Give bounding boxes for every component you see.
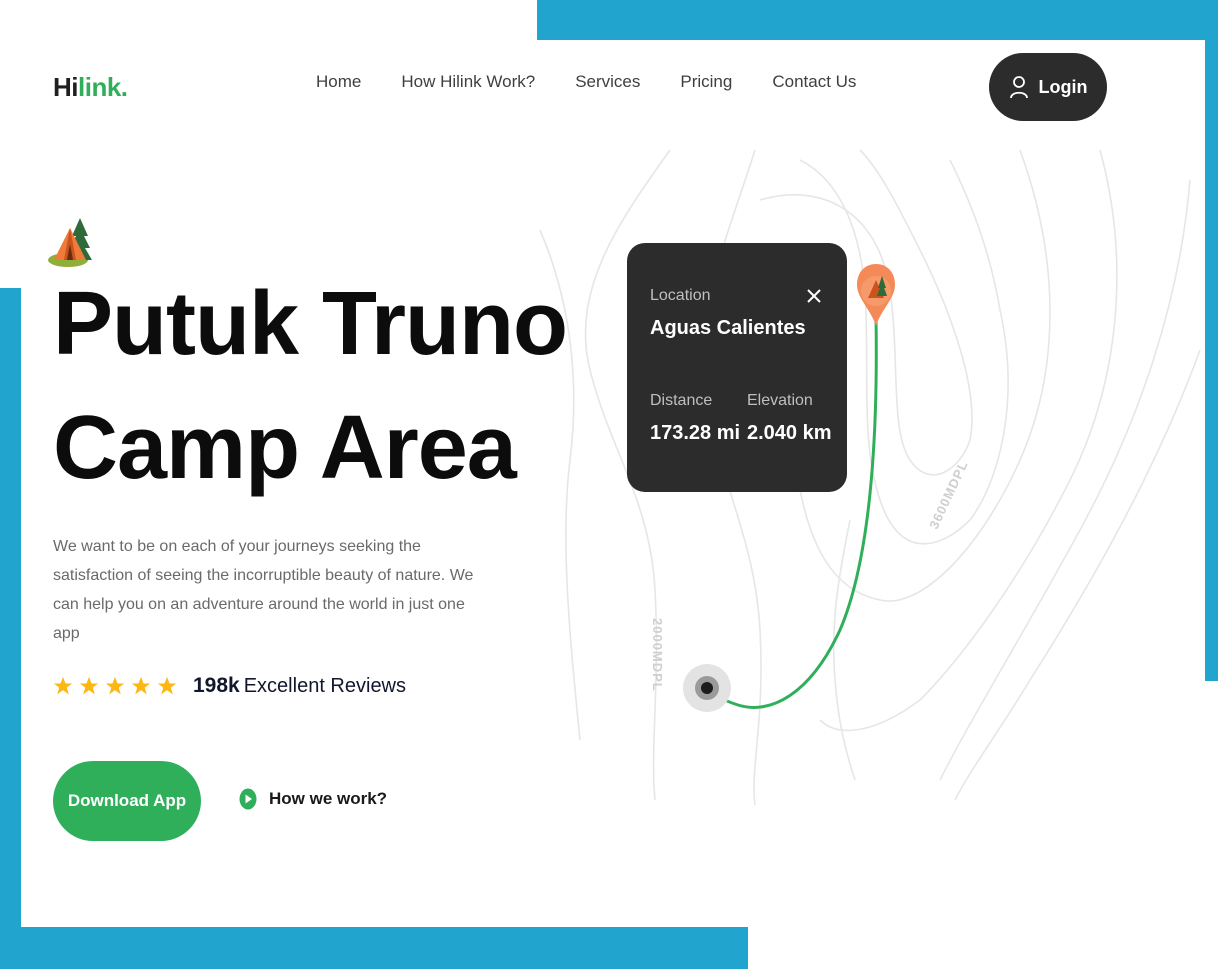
login-button[interactable]: Login (989, 53, 1107, 121)
how-we-work-label: How we work? (269, 789, 388, 808)
download-app-button[interactable]: Download App (53, 761, 201, 841)
decor-frame-right (1205, 0, 1218, 681)
nav-home[interactable]: Home (316, 72, 361, 92)
star-icon (79, 676, 99, 695)
contour-label-2000: 2000MDPL (650, 618, 665, 692)
close-icon[interactable] (805, 287, 823, 305)
destination-pin-icon[interactable] (855, 262, 897, 328)
logo-rest: link. (78, 72, 128, 102)
hero-title-line-1: Putuk Truno (53, 274, 568, 374)
rating: 198k Excellent Reviews (53, 674, 406, 698)
camp-tent-icon (48, 218, 92, 267)
main-nav: Home How Hilink Work? Services Pricing C… (316, 72, 856, 92)
location-label: Location (650, 287, 711, 304)
hero-title: Putuk Truno Camp Area (53, 262, 568, 510)
rating-label: Excellent Reviews (243, 674, 407, 697)
rating-stars (53, 676, 177, 696)
elevation-value: 2.040 km (747, 422, 832, 444)
location-info-card: Location Aguas Calientes Distance 173.28… (627, 243, 847, 492)
page-card-left (0, 40, 21, 288)
decor-frame-top (537, 0, 1218, 40)
elevation-label: Elevation (747, 392, 813, 409)
login-label: Login (1038, 76, 1088, 97)
star-icon (105, 676, 125, 695)
hero-description: We want to be on each of your journeys s… (53, 538, 474, 642)
distance-label: Distance (650, 392, 713, 409)
star-icon (157, 676, 177, 695)
logo[interactable]: Hilink. (53, 72, 128, 103)
start-marker-dot (701, 682, 713, 694)
nav-contact-us[interactable]: Contact Us (772, 72, 856, 92)
how-we-work-link[interactable]: How we work? (239, 788, 387, 810)
nav-pricing[interactable]: Pricing (680, 72, 732, 92)
decor-frame-left (0, 288, 21, 969)
star-icon (53, 676, 73, 695)
star-icon (131, 676, 151, 695)
nav-how-it-works[interactable]: How Hilink Work? (401, 72, 535, 92)
location-value: Aguas Calientes (650, 317, 806, 339)
rating-count: 198k (193, 674, 240, 697)
decor-frame-bottom (0, 927, 748, 969)
user-icon (1009, 76, 1028, 99)
page-card-top (0, 0, 537, 40)
play-icon (239, 788, 257, 810)
nav-services[interactable]: Services (575, 72, 640, 92)
topographic-map: 3600MDPL 2000MDPL (539, 149, 1201, 806)
hero-title-line-2: Camp Area (53, 398, 517, 498)
distance-value: 173.28 mi (650, 422, 741, 444)
logo-hi: Hi (53, 72, 79, 102)
